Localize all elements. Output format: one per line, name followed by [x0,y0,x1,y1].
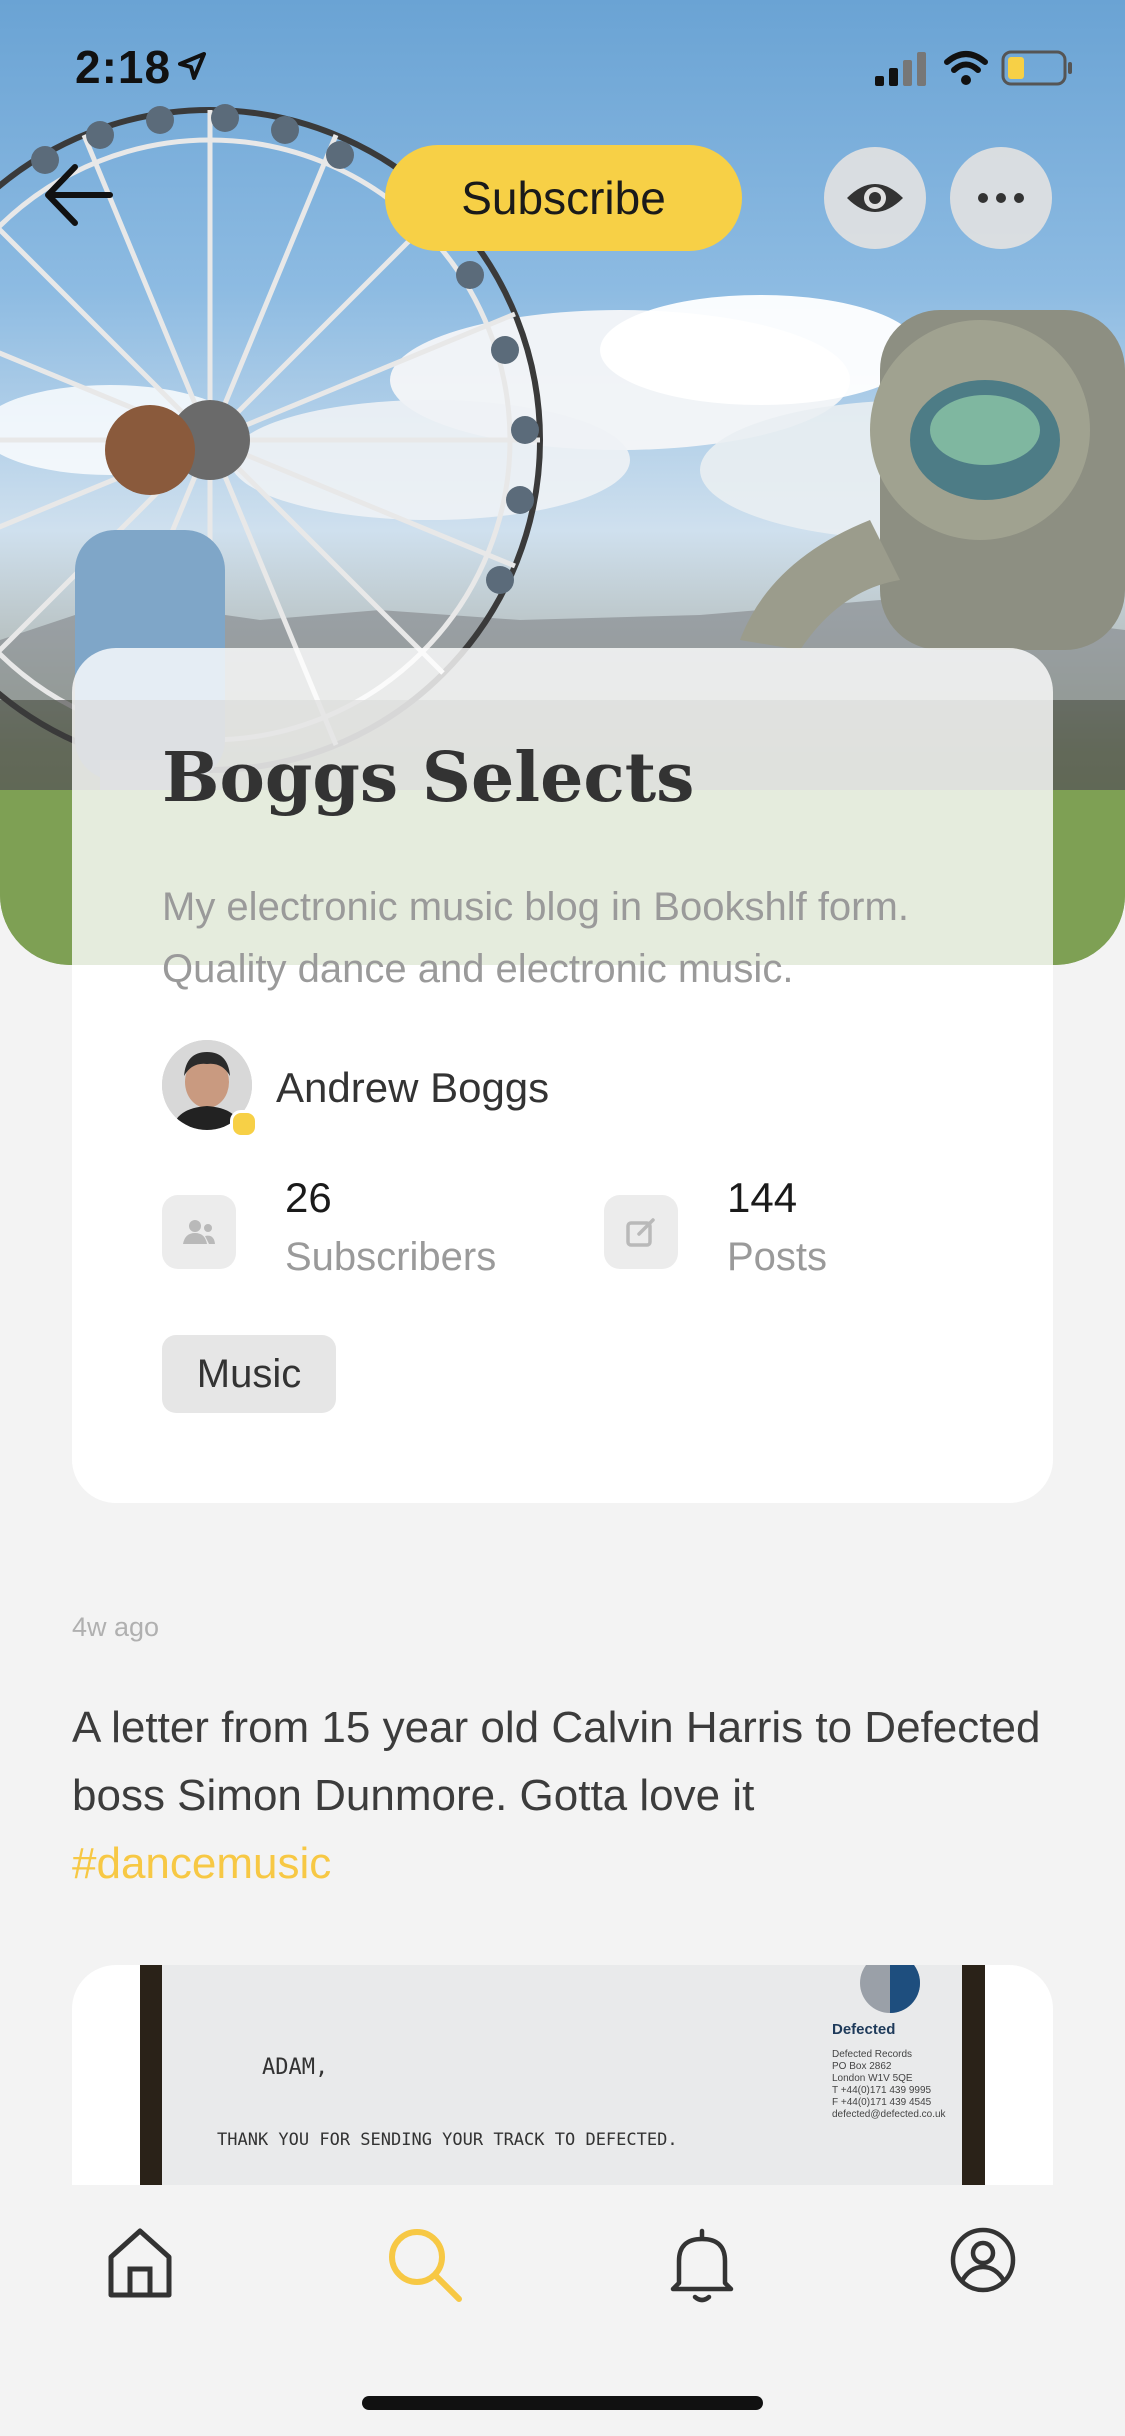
home-icon [108,2228,172,2298]
more-icon [978,193,1024,203]
address-line: defected@defected.co.uk [832,2109,946,2120]
page-title: Boggs Selects [162,738,695,818]
profile-description: My electronic music blog in Bookshlf for… [162,885,909,991]
letter-line: THANK YOU FOR SENDING YOUR TRACK TO DEFE… [217,2130,678,2150]
subscribers-icon [162,1195,236,1269]
location-arrow-icon [178,52,206,80]
subscribers-count: 26 [285,1174,332,1221]
wifi-icon [944,51,988,85]
author-name[interactable]: Andrew Boggs [276,1064,549,1112]
subscribers-label: Subscribers [285,1235,497,1279]
battery-icon [1001,50,1072,86]
back-button[interactable] [40,155,120,235]
address-line: London W1V 5QE [832,2073,913,2084]
hashtag-link[interactable]: #dancemusic [72,1839,331,1888]
letter-address: Defected Records PO Box 2862 London W1V … [832,2049,946,2121]
bell-icon [670,2228,734,2303]
verified-badge [230,1110,258,1138]
tab-notifications[interactable] [667,2225,737,2303]
address-line: PO Box 2862 [832,2061,892,2072]
arrow-left-icon [45,164,113,226]
subscribe-button[interactable]: Subscribe [385,145,742,251]
letter-salutation: ADAM, [262,2055,329,2080]
post-image-card[interactable]: Defected Defected Records PO Box 2862 Lo… [72,1965,1053,2185]
post-text: A letter from 15 year old Calvin Harris … [72,1694,1072,1898]
profile-icon [950,2227,1016,2293]
search-icon [389,2229,462,2302]
more-button[interactable] [950,147,1052,249]
home-indicator[interactable] [362,2396,763,2410]
status-indicators [875,48,1075,93]
address-line: F +44(0)171 439 4545 [832,2097,932,2108]
posts-count: 144 [727,1174,798,1221]
watch-button[interactable] [824,147,926,249]
post-timestamp: 4w ago [72,1612,160,1642]
tab-profile[interactable] [948,2225,1028,2300]
posts-icon [604,1195,678,1269]
defected-logo-icon [860,1965,920,2013]
post-image: Defected Defected Records PO Box 2862 Lo… [140,1965,985,2185]
address-line: T +44(0)171 439 9995 [832,2085,932,2096]
tag-music[interactable]: Music [162,1335,336,1413]
letter-paper: Defected Defected Records PO Box 2862 Lo… [162,1965,962,2185]
tab-home[interactable] [105,2225,175,2300]
eye-icon [847,184,903,212]
posts-label: Posts [727,1235,828,1279]
address-line: Defected Records [832,2049,913,2060]
post-body: A letter from 15 year old Calvin Harris … [72,1703,1041,1820]
status-time: 2:18 [75,41,172,93]
tab-search[interactable] [385,2225,465,2302]
letter-logo: Defected [832,2021,896,2038]
signal-icon [875,52,926,86]
